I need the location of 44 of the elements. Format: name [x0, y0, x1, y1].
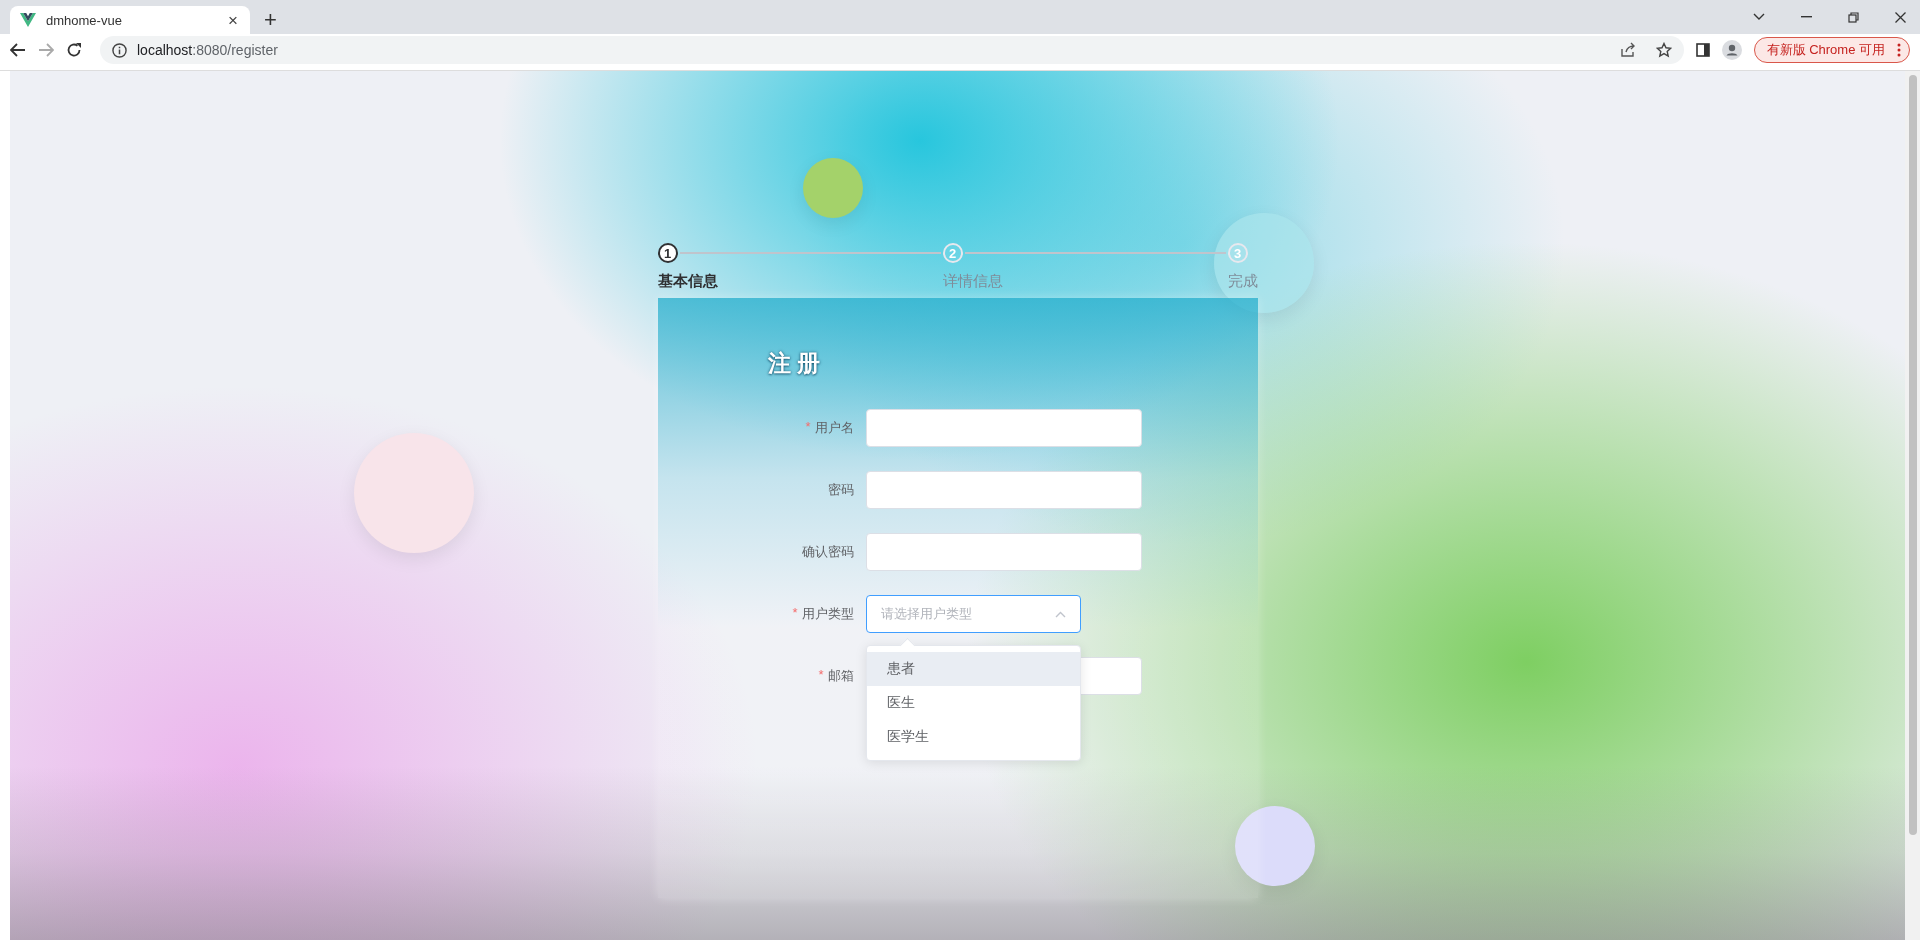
- step-label: 详情信息: [942, 272, 1004, 291]
- new-tab-button[interactable]: +: [258, 8, 283, 32]
- required-mark: *: [805, 419, 811, 436]
- step-number: 2: [942, 243, 963, 263]
- restore-icon[interactable]: [1848, 11, 1859, 23]
- field-label: 密码: [827, 481, 854, 499]
- input-field[interactable]: [865, 533, 1142, 571]
- browser-tab[interactable]: dmhome-vue ×: [10, 6, 250, 34]
- required-mark: *: [818, 667, 824, 684]
- url-text: localhost:8080/register: [137, 42, 278, 58]
- form-title: 注册: [767, 349, 827, 378]
- scrollbar-thumb[interactable]: [1908, 75, 1917, 835]
- chevron-down-icon[interactable]: [1753, 13, 1765, 21]
- step-label: 基本信息: [657, 272, 719, 291]
- step-number: 3: [1227, 243, 1248, 263]
- close-icon[interactable]: [1895, 11, 1906, 23]
- more-icon[interactable]: [1897, 43, 1901, 57]
- dropdown-option[interactable]: 医学生: [866, 720, 1080, 754]
- minimize-icon[interactable]: [1801, 16, 1812, 18]
- chevron-icon: [1054, 610, 1066, 618]
- address-bar[interactable]: localhost:8080/register: [100, 36, 1684, 64]
- back-arrow-icon[interactable]: [10, 43, 26, 57]
- input-field[interactable]: [865, 409, 1142, 447]
- v-logo-icon: [20, 13, 36, 27]
- dropdown-option[interactable]: 医生: [866, 686, 1080, 720]
- field-label: 用户类型: [801, 605, 854, 623]
- field-label: 确认密码: [801, 543, 854, 561]
- input-field[interactable]: [865, 471, 1142, 509]
- decorative-circle: [803, 158, 863, 218]
- required-mark: *: [792, 605, 798, 622]
- update-chrome-button[interactable]: 有新版 Chrome 可用: [1753, 37, 1910, 63]
- step-number: 1: [657, 243, 678, 263]
- step-label: 完成: [1227, 272, 1258, 291]
- side-panel-icon[interactable]: [1695, 43, 1710, 57]
- tab-title: dmhome-vue: [46, 12, 123, 28]
- star-icon[interactable]: [1655, 42, 1672, 58]
- field-label: 用户名: [814, 419, 854, 437]
- dropdown-option[interactable]: 患者: [866, 652, 1080, 686]
- share-icon[interactable]: [1619, 42, 1636, 58]
- tab-close-button[interactable]: ×: [226, 11, 240, 29]
- reload-icon[interactable]: [66, 42, 82, 58]
- profile-icon[interactable]: [1721, 40, 1742, 60]
- info-icon[interactable]: [112, 42, 127, 58]
- field-label: 邮箱: [827, 667, 854, 685]
